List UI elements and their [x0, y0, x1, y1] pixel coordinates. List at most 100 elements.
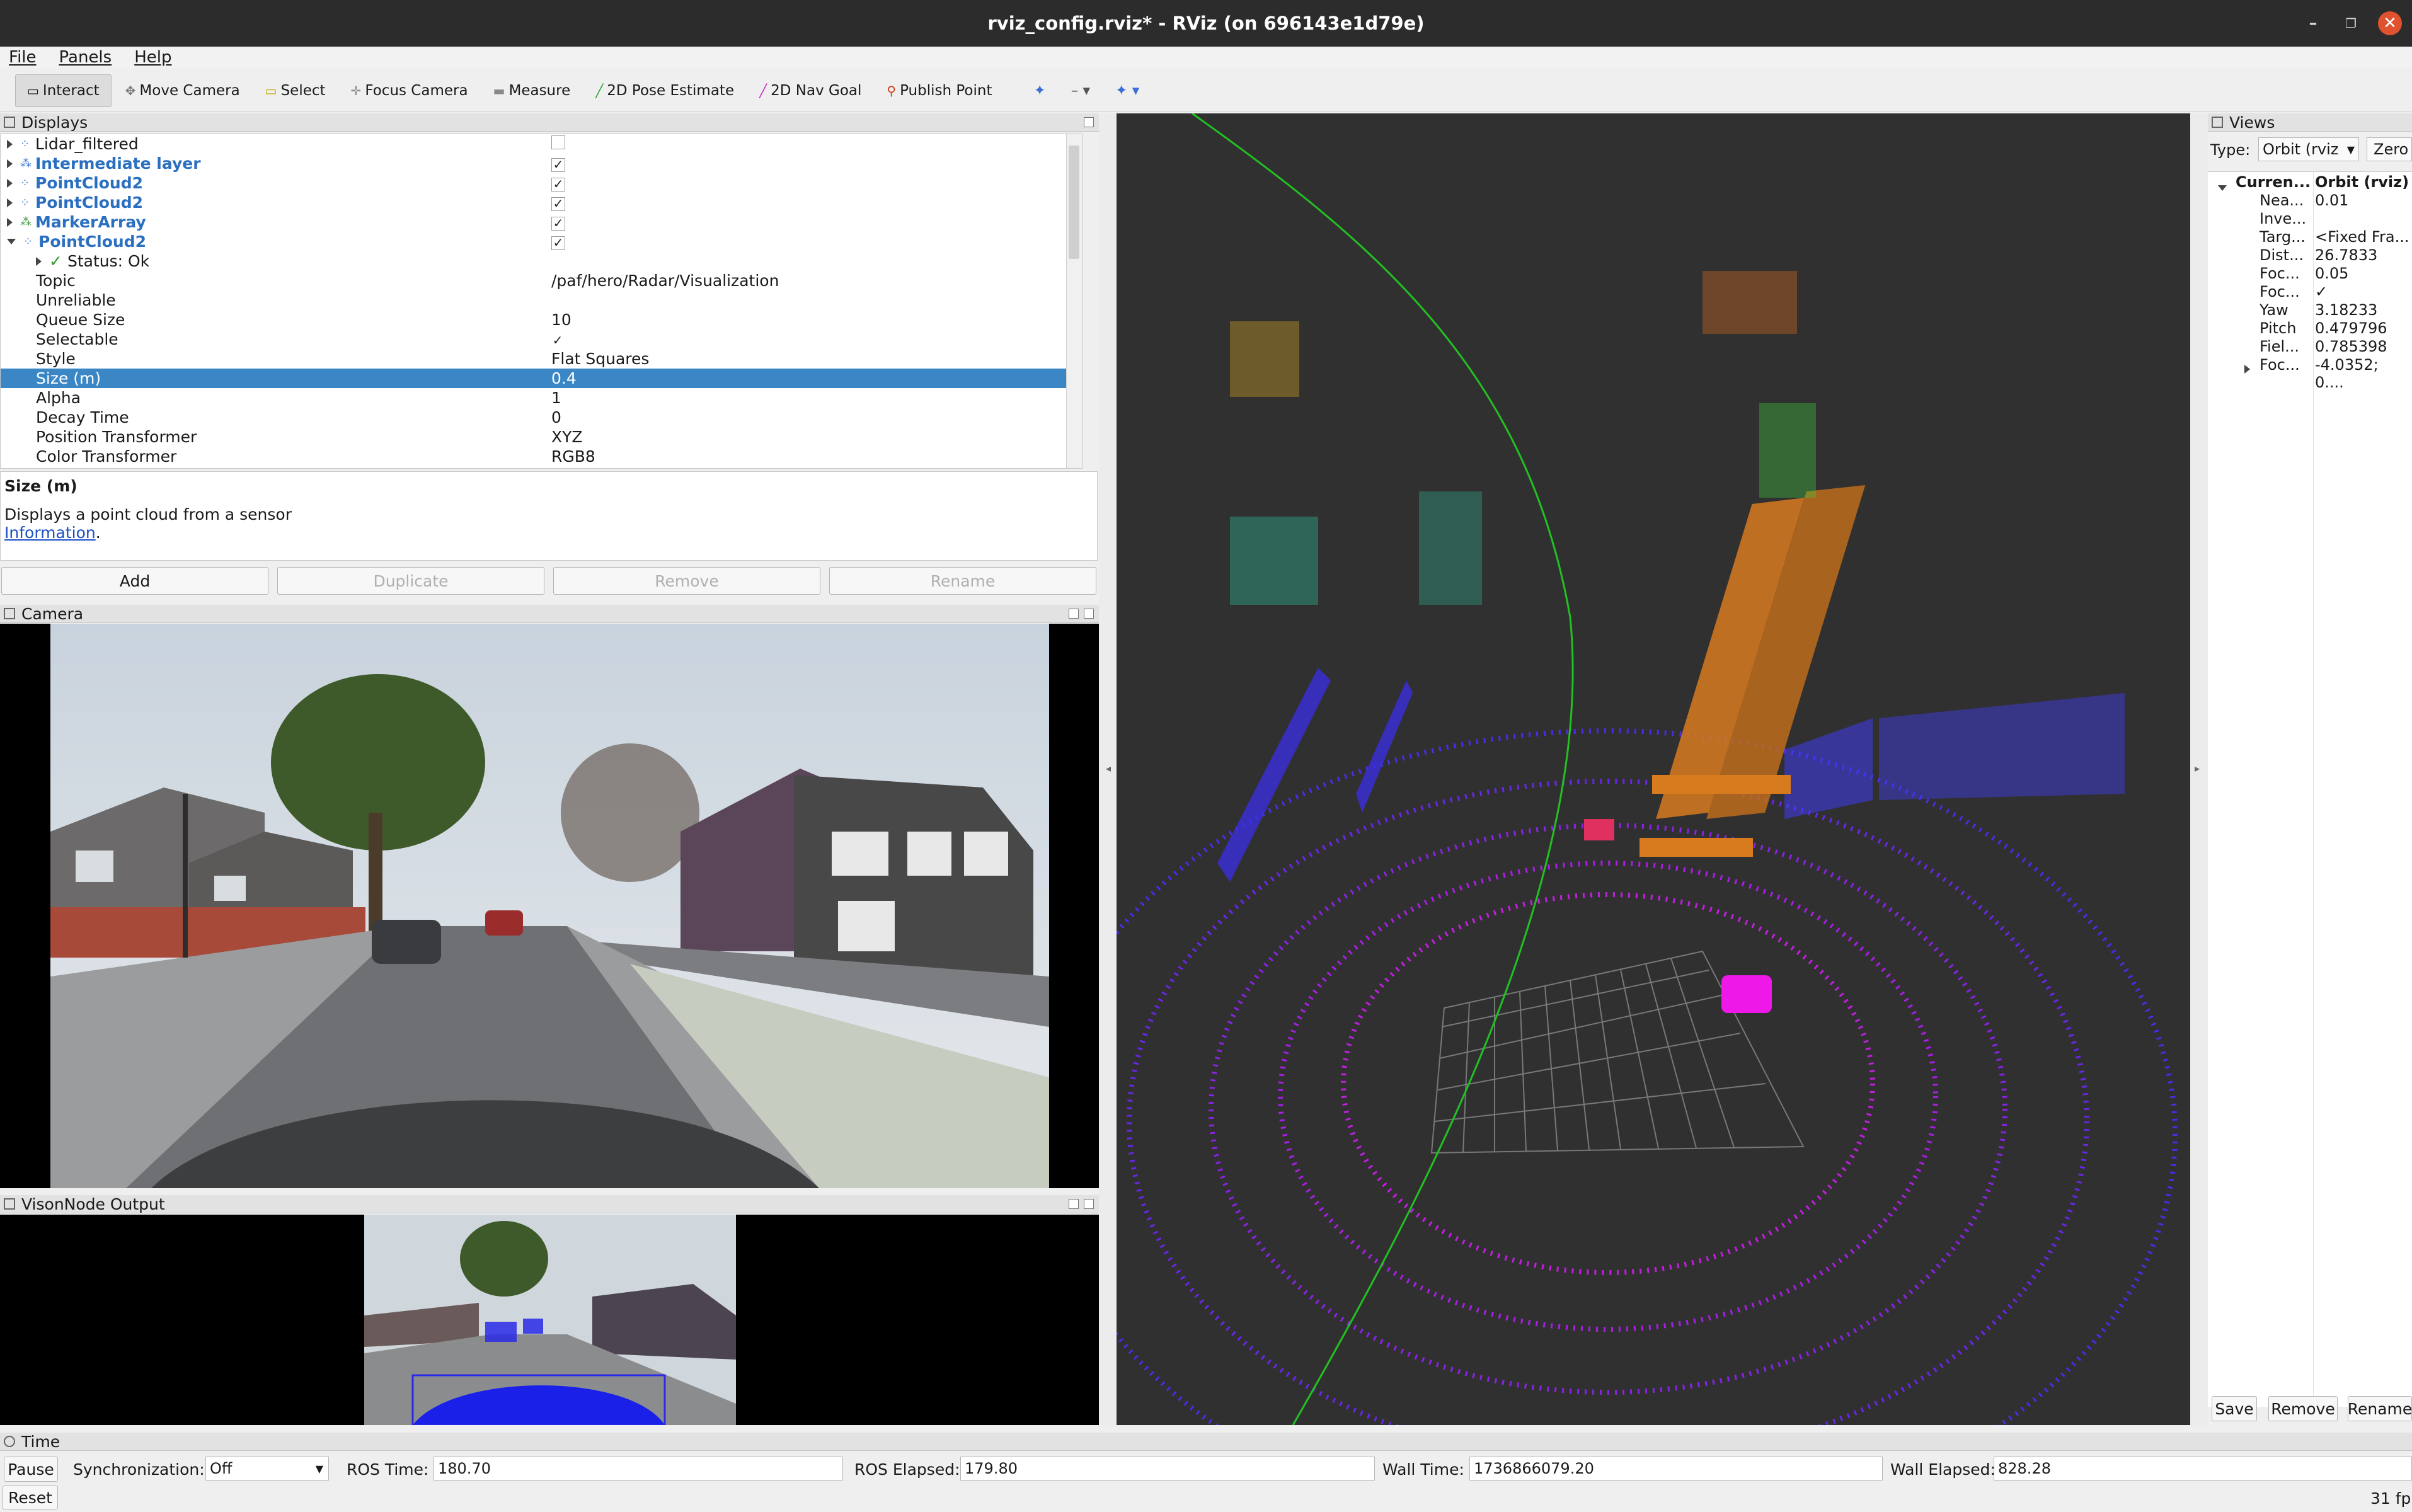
- menu-panels[interactable]: Panels: [59, 48, 112, 67]
- row-value-cell[interactable]: ✓: [551, 232, 565, 251]
- view-property-row[interactable]: Inve...: [2208, 210, 2412, 228]
- display-property-row[interactable]: Position Transformer XYZ: [1, 427, 1082, 447]
- display-property-row[interactable]: Selectable ✓: [1, 329, 1082, 349]
- display-property-row[interactable]: ✓ Status: Ok: [1, 251, 1082, 271]
- row-value-cell[interactable]: /paf/hero/Radar/Visualization: [551, 272, 779, 290]
- expand-right-icon[interactable]: [7, 217, 13, 227]
- nav-goal-tool-button[interactable]: ╱ 2D Nav Goal: [748, 75, 873, 106]
- enabled-checkbox[interactable]: ✓: [551, 178, 565, 192]
- expand-right-icon[interactable]: [7, 198, 13, 207]
- view-type-select[interactable]: Orbit (rviz ▼: [2258, 137, 2359, 161]
- display-item[interactable]: ⁂ MarkerArray ✓: [1, 212, 1082, 232]
- expand-right-icon[interactable]: [36, 256, 42, 266]
- rename-display-button[interactable]: Rename: [829, 567, 1096, 595]
- add-display-button[interactable]: Add: [1, 567, 268, 595]
- add-tool-icon[interactable]: ✦: [1022, 75, 1057, 106]
- save-view-button[interactable]: Save: [2212, 1396, 2257, 1421]
- menu-file[interactable]: File: [9, 48, 37, 67]
- ros-elapsed-field[interactable]: 179.80: [960, 1457, 1375, 1480]
- expand-right-icon[interactable]: [7, 139, 13, 149]
- tool-properties-icon[interactable]: ✦ ▾: [1104, 75, 1151, 106]
- enabled-checkbox[interactable]: ✓: [551, 236, 565, 250]
- display-item[interactable]: ⁂ Intermediate layer ✓: [1, 154, 1082, 173]
- display-property-row[interactable]: Color Transformer RGB8: [1, 447, 1082, 466]
- display-item[interactable]: ⁘ PointCloud2 ✓: [1, 173, 1082, 193]
- expand-down-icon[interactable]: [7, 239, 16, 244]
- enabled-checkbox[interactable]: ✓: [551, 158, 565, 172]
- minimize-icon[interactable]: –: [2301, 11, 2325, 35]
- panel-close-icon[interactable]: [1084, 609, 1094, 619]
- expand-right-icon[interactable]: [2244, 360, 2258, 377]
- view-property-row[interactable]: Pitch 0.479796: [2208, 319, 2412, 338]
- displays-scrollbar[interactable]: [1066, 134, 1082, 468]
- measure-tool-button[interactable]: ▬ Measure: [482, 75, 582, 106]
- display-item[interactable]: ⁘ Lidar_filtered: [1, 134, 1082, 154]
- duplicate-display-button[interactable]: Duplicate: [277, 567, 544, 595]
- panel-close-icon[interactable]: [1084, 1199, 1094, 1209]
- display-item[interactable]: ⁘ PointCloud2 ✓: [1, 193, 1082, 212]
- remove-tool-icon[interactable]: – ▾: [1060, 75, 1101, 106]
- row-value-cell[interactable]: XYZ: [551, 428, 583, 446]
- select-tool-button[interactable]: ▭ Select: [254, 75, 337, 106]
- pause-button[interactable]: Pause: [4, 1457, 58, 1482]
- focus-camera-tool-button[interactable]: ✛ Focus Camera: [340, 75, 480, 106]
- enabled-checkbox[interactable]: ✓: [551, 197, 565, 211]
- enabled-checkbox[interactable]: [551, 135, 565, 149]
- row-value-cell[interactable]: [551, 135, 565, 153]
- row-value-cell[interactable]: ✓: [551, 174, 565, 192]
- panel-float-icon[interactable]: [1069, 1199, 1079, 1209]
- publish-point-tool-button[interactable]: ⚲ Publish Point: [875, 75, 1003, 106]
- display-property-row[interactable]: Unreliable: [1, 290, 1082, 310]
- display-property-row[interactable]: Alpha 1: [1, 388, 1082, 408]
- expand-right-icon[interactable]: [7, 178, 13, 188]
- view-property-row[interactable]: Dist... 26.7833: [2208, 246, 2412, 265]
- current-view-row[interactable]: Curren... Orbit (rviz): [2208, 173, 2412, 192]
- row-value-cell[interactable]: Flat Squares: [551, 350, 649, 368]
- row-value-cell[interactable]: ✓: [551, 330, 564, 348]
- display-property-row[interactable]: Size (m) 0.4: [1, 369, 1082, 388]
- maximize-icon[interactable]: ❐: [2339, 11, 2363, 35]
- menu-help[interactable]: Help: [134, 48, 171, 67]
- row-value-cell[interactable]: ✓: [551, 154, 565, 173]
- row-value-cell[interactable]: ✓: [551, 193, 565, 212]
- wall-elapsed-field[interactable]: 828.28: [1994, 1457, 2412, 1480]
- row-value-cell[interactable]: ✓: [551, 213, 565, 231]
- display-property-row[interactable]: Queue Size 10: [1, 310, 1082, 329]
- view-property-row[interactable]: Foc... ✓: [2208, 283, 2412, 301]
- description-link[interactable]: Information: [4, 524, 96, 542]
- enabled-checkbox[interactable]: ✓: [551, 334, 564, 347]
- panel-float-icon[interactable]: [1084, 117, 1094, 127]
- row-value-cell[interactable]: 0: [551, 408, 561, 427]
- splitter-handle-icon[interactable]: ▸: [2195, 762, 2200, 774]
- interact-tool-button[interactable]: ▭ Interact: [15, 74, 112, 107]
- row-value-cell[interactable]: [551, 291, 564, 309]
- wall-time-field[interactable]: 1736866079.20: [1469, 1457, 1883, 1480]
- view-property-row[interactable]: Yaw 3.18233: [2208, 301, 2412, 319]
- display-property-row[interactable]: Topic/paf/hero/Radar/Visualization: [1, 271, 1082, 290]
- row-value-cell[interactable]: 10: [551, 311, 571, 329]
- close-icon[interactable]: ✕: [2378, 11, 2402, 35]
- display-property-row[interactable]: Decay Time 0: [1, 408, 1082, 427]
- zero-view-button[interactable]: Zero: [2367, 137, 2412, 161]
- display-item[interactable]: ⁘ PointCloud2 ✓: [1, 232, 1082, 251]
- expand-right-icon[interactable]: [7, 159, 13, 168]
- render-3d-view[interactable]: [1117, 113, 2190, 1425]
- row-value-cell[interactable]: 0.4: [551, 369, 577, 387]
- panel-float-icon[interactable]: [1069, 609, 1079, 619]
- display-property-row[interactable]: Style Flat Squares: [1, 349, 1082, 369]
- rename-view-button[interactable]: Rename: [2348, 1396, 2412, 1421]
- remove-display-button[interactable]: Remove: [553, 567, 820, 595]
- pose-estimate-tool-button[interactable]: ╱ 2D Pose Estimate: [584, 75, 745, 106]
- view-property-row[interactable]: Targ... <Fixed Fra...: [2208, 228, 2412, 246]
- sync-select[interactable]: Off ▼: [205, 1457, 329, 1480]
- splitter-handle-icon[interactable]: ◂: [1106, 762, 1111, 774]
- ros-time-field[interactable]: 180.70: [434, 1457, 843, 1480]
- view-property-row[interactable]: Foc... 0.05: [2208, 265, 2412, 283]
- reset-button[interactable]: Reset: [3, 1486, 58, 1509]
- row-value-cell[interactable]: 1: [551, 389, 561, 407]
- view-property-row[interactable]: Foc... -4.0352; 0....: [2208, 356, 2412, 391]
- enabled-checkbox[interactable]: ✓: [551, 217, 565, 231]
- enabled-checkbox[interactable]: [551, 293, 564, 306]
- move-camera-tool-button[interactable]: ✥ Move Camera: [114, 75, 251, 106]
- scrollbar-thumb[interactable]: [1069, 146, 1079, 259]
